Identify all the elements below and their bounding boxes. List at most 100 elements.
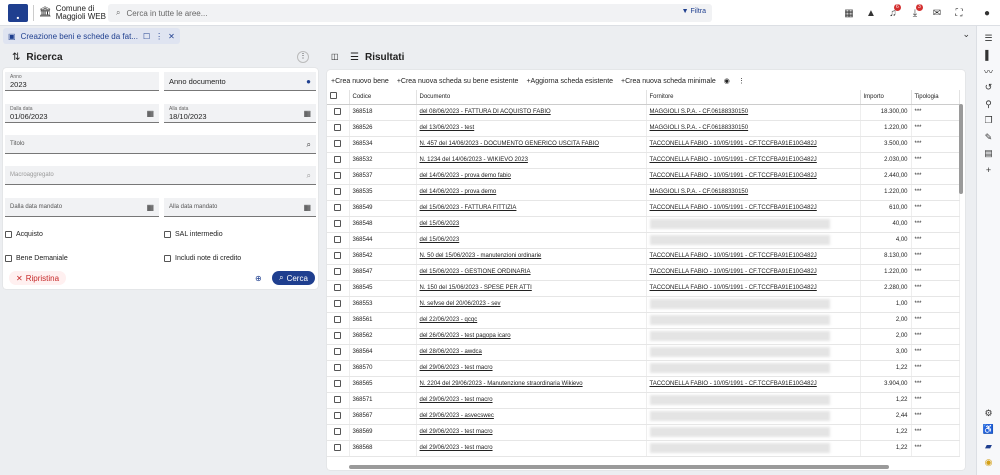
table-row[interactable]: 368542 N. 50 del 15/06/2023 - manutenzion… [327,248,960,265]
row-checkbox[interactable] [327,344,350,361]
accessibility-icon[interactable]: ♿ [983,422,994,439]
table-row[interactable]: 368535 del 14/06/2023 - prova demo MAGGIOL… [327,184,960,201]
alla-data-mandato-field[interactable]: Alla data mandato ▦ [164,198,316,217]
row-checkbox[interactable] [327,328,350,345]
panel-options-icon[interactable]: ⋮ [297,51,309,63]
row-checkbox[interactable] [327,200,350,217]
table-row[interactable]: 368544 del 15/06/2023 4,00 *** [327,232,960,249]
vertical-scrollbar[interactable] [959,104,963,194]
crea-scheda-minimale-button[interactable]: +Crea nuova scheda minimale [621,78,716,85]
row-checkbox[interactable] [327,296,350,313]
row-checkbox[interactable] [327,280,350,297]
documento-link[interactable]: del 26/06/2023 - test pagopa icaro [420,333,511,339]
table-row[interactable]: 368532 N. 1234 del 14/06/2023 - WIKIEVO 2… [327,152,960,169]
search-icon[interactable]: ⌕ [307,171,311,181]
row-checkbox[interactable] [327,360,350,377]
plus-icon[interactable]: + [986,162,991,179]
documento-link[interactable]: del 15/06/2023 [420,221,460,227]
close-icon[interactable]: ✕ [168,32,175,41]
documento-link[interactable]: del 29/06/2023 - asvecswec [420,413,494,419]
sidebar-toggle-icon[interactable]: ◫ [331,52,339,61]
crea-nuovo-bene-button[interactable]: +Crea nuovo bene [331,78,389,85]
row-checkbox[interactable] [327,264,350,281]
documento-link[interactable]: N. sefvse del 20/06/2023 - sev [420,301,501,307]
book-icon[interactable]: ▌ [985,47,991,64]
documento-link[interactable]: del 15/06/2023 [420,237,460,243]
documento-link[interactable]: del 13/06/2023 - test [420,125,475,131]
anno-value[interactable]: 2023 [10,80,154,89]
documento-link[interactable]: del 28/06/2023 - awdca [420,349,482,355]
user-icon[interactable]: ● [976,8,998,19]
fornitore-link[interactable]: TACCONELLA FABIO - 10/05/1991 - CF.TCCFB… [650,157,817,163]
more-vert-icon[interactable]: ⋮ [155,32,163,41]
select-all-checkbox[interactable] [327,90,350,105]
row-checkbox[interactable] [327,168,350,185]
dalla-data-field[interactable]: Dalla data 01/06/2023 ▦ [5,104,159,123]
bene-demaniale-checkbox[interactable]: Bene Demaniale [5,255,68,262]
search-input[interactable]: Cerca in tutte le aree... [126,9,207,18]
titolo-field[interactable]: Titolo ⌕ [5,135,316,154]
documento-link[interactable]: del 15/06/2023 - FATTURA FITTIZIA [420,205,517,211]
table-row[interactable]: 368570 del 29/06/2023 - test macro 1,22 *** [327,360,960,377]
table-row[interactable]: 368565 N. 2204 del 29/06/2023 - Manutenzi… [327,376,960,393]
table-row[interactable]: 368568 del 29/06/2023 - test macro 1,22 *** [327,440,960,457]
global-search[interactable]: ⌕ Cerca in tutte le aree... ▼ Filtra [108,4,712,22]
mail-icon[interactable]: ✉ [926,8,948,19]
table-row[interactable]: 368526 del 13/06/2023 - test MAGGIOLI S.P.… [327,120,960,137]
chevron-down-icon[interactable]: ● [306,77,311,86]
table-row[interactable]: 368571 del 29/06/2023 - test macro 1,22 *** [327,392,960,409]
documento-link[interactable]: N. 2204 del 29/06/2023 - Manutenzione st… [420,381,583,387]
trend-icon[interactable]: 〰 [984,63,993,80]
macroaggregato-field[interactable]: Macroaggregato ⌕ [5,166,316,185]
history-icon[interactable]: ↺ [985,80,993,97]
tab-creazione-beni[interactable]: ▣ Creazione beni e schede da fat... ☐ ⋮ … [3,28,180,44]
table-row[interactable]: 368534 N. 457 del 14/06/2023 - DOCUMENTO … [327,136,960,153]
row-checkbox[interactable] [327,376,350,393]
calendar-icon[interactable]: ▦ [303,203,311,212]
documento-link[interactable]: del 14/06/2023 - prova demo fabio [420,173,511,179]
table-row[interactable]: 368567 del 29/06/2023 - asvecswec 2,44 *** [327,408,960,425]
table-row[interactable]: 368561 del 22/06/2023 - qcqc 2,00 *** [327,312,960,329]
fornitore-link[interactable]: MAGGIOLI S.P.A. - CF.06188330150 [650,125,749,131]
documento-link[interactable]: del 08/06/2023 - FATTURA DI ACQUISTO FAB… [420,109,551,115]
fornitore-link[interactable]: TACCONELLA FABIO - 10/05/1991 - CF.TCCFB… [650,253,817,259]
cerca-button[interactable]: ⌕ Cerca [272,271,315,285]
documento-link[interactable]: del 14/06/2023 - prova demo [420,189,497,195]
sal-checkbox[interactable]: SAL intermedio [164,231,223,238]
chevron-down-icon[interactable]: ⌄ [962,29,970,40]
bell-icon[interactable]: ♫ 6 [882,3,904,19]
table-row[interactable]: 368545 N. 150 del 15/06/2023 - SPESE PER … [327,280,960,297]
table-row[interactable]: 368564 del 28/06/2023 - awdca 3,00 *** [327,344,960,361]
alla-data-value[interactable]: 18/10/2023 [169,112,311,121]
fornitore-link[interactable]: TACCONELLA FABIO - 10/05/1991 - CF.TCCFB… [650,269,817,275]
chat-icon[interactable]: ▰ [985,438,992,455]
documento-link[interactable]: del 22/06/2023 - qcqc [420,317,478,323]
calendar-icon[interactable]: ▦ [146,109,154,118]
row-checkbox[interactable] [327,232,350,249]
row-checkbox[interactable] [327,104,350,121]
table-row[interactable]: 368553 N. sefvse del 20/06/2023 - sev 1,00… [327,296,960,313]
more-vert-icon[interactable]: ⋮ [738,77,745,85]
table-row[interactable]: 368548 del 15/06/2023 40,00 *** [327,216,960,233]
eye-icon[interactable]: ◉ [724,77,730,85]
dalla-data-value[interactable]: 01/06/2023 [10,112,154,121]
calendar-icon[interactable]: ▦ [303,109,311,118]
dashboard-icon[interactable]: ▦ [838,8,860,19]
download-icon[interactable]: ⤓ 3 [904,3,926,19]
col-fornitore[interactable]: Fornitore [646,90,861,105]
documento-link[interactable]: N. 457 del 14/06/2023 - DOCUMENTO GENERI… [420,141,600,147]
warning-icon[interactable]: ▲ [860,8,882,19]
aggiorna-scheda-button[interactable]: +Aggiorna scheda esistente [526,78,613,85]
filter-button[interactable]: ▼ Filtra [682,8,706,15]
documento-link[interactable]: N. 1234 del 14/06/2023 - WIKIEVO 2023 [420,157,528,163]
fullscreen-icon[interactable]: ⛶ [948,8,970,19]
row-checkbox[interactable] [327,216,350,233]
documento-link[interactable]: N. 150 del 15/06/2023 - SPESE PER ATTI [420,285,532,291]
help-icon[interactable]: ◉ [985,455,993,472]
pin-icon[interactable]: ⚲ [985,96,992,113]
row-checkbox[interactable] [327,184,350,201]
fornitore-link[interactable]: TACCONELLA FABIO - 10/05/1991 - CF.TCCFB… [650,141,817,147]
bookmark-icon[interactable]: ☐ [143,32,150,41]
checkbox-box[interactable] [5,255,12,262]
note-credito-checkbox[interactable]: Includi note di credito [164,255,241,262]
